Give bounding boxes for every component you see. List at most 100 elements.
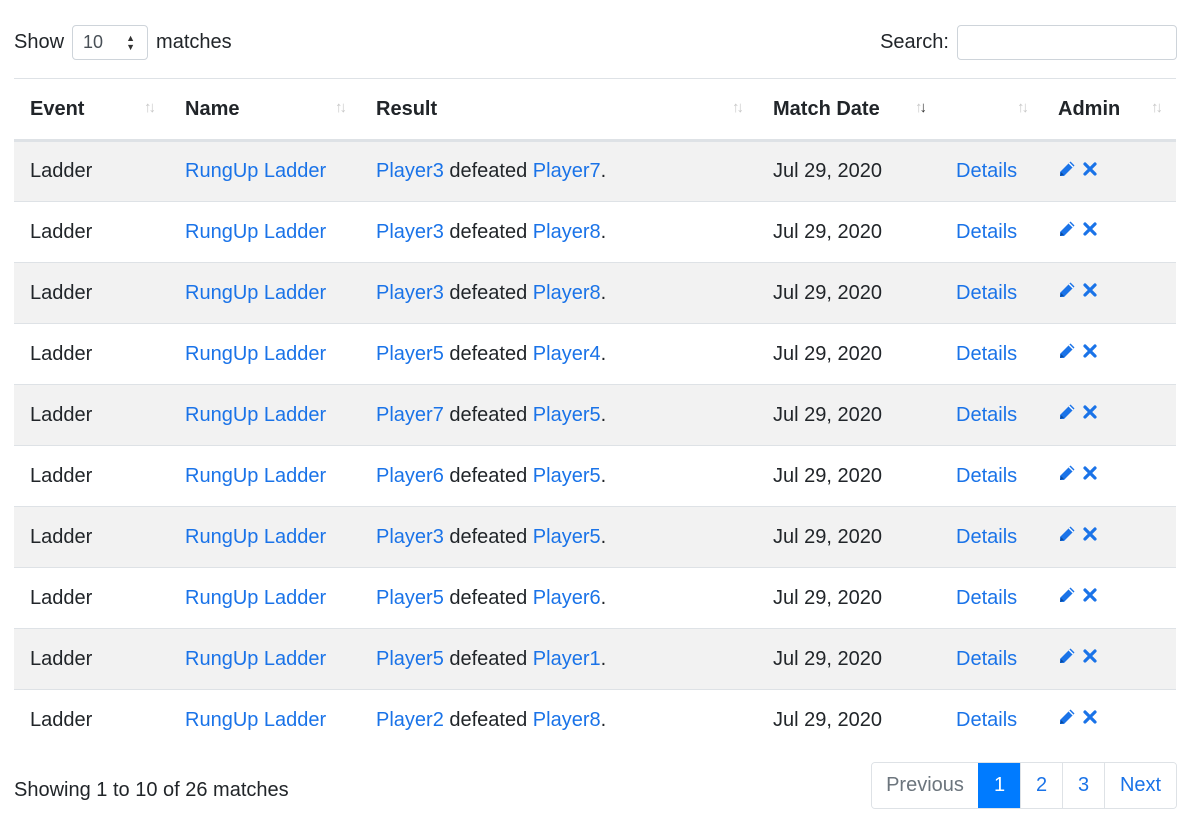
close-icon[interactable]: [1082, 161, 1098, 177]
details-cell: Details: [940, 384, 1042, 446]
event-name-link[interactable]: RungUp Ladder: [185, 587, 326, 609]
close-icon[interactable]: [1082, 709, 1098, 725]
sort-icon: ↑↓: [732, 99, 744, 116]
column-header-name[interactable]: Name ↑↓: [169, 78, 360, 142]
winner-link[interactable]: Player5: [376, 648, 444, 670]
loser-link[interactable]: Player8: [533, 282, 601, 304]
admin-actions: [1058, 403, 1098, 421]
table-row: Ladder RungUp Ladder Player6 defeated Play…: [14, 445, 1176, 507]
table-header-row: Event ↑↓ Name ↑↓ Result ↑↓ Match Date ↑↓ ↑↓ Admin…: [14, 78, 1176, 142]
event-name-link[interactable]: RungUp Ladder: [185, 404, 326, 426]
admin-cell: [1042, 140, 1176, 202]
details-link[interactable]: Details: [956, 709, 1017, 731]
column-header-match-date[interactable]: Match Date ↑↓: [757, 78, 940, 142]
close-icon[interactable]: [1082, 404, 1098, 420]
winner-link[interactable]: Player3: [376, 221, 444, 243]
page-button-1[interactable]: 1: [978, 763, 1020, 808]
pencil-icon[interactable]: [1058, 342, 1076, 360]
event-name-link[interactable]: RungUp Ladder: [185, 526, 326, 548]
table-row: Ladder RungUp Ladder Player5 defeated Play…: [14, 323, 1176, 385]
event-name-link[interactable]: RungUp Ladder: [185, 343, 326, 365]
page-button-3[interactable]: 3: [1062, 763, 1104, 808]
pencil-icon[interactable]: [1058, 525, 1076, 543]
details-link[interactable]: Details: [956, 343, 1017, 365]
loser-link[interactable]: Player5: [533, 404, 601, 426]
column-header-details[interactable]: ↑↓: [940, 78, 1042, 142]
winner-link[interactable]: Player5: [376, 587, 444, 609]
page-button-2[interactable]: 2: [1020, 763, 1062, 808]
details-link[interactable]: Details: [956, 221, 1017, 243]
loser-link[interactable]: Player4: [533, 343, 601, 365]
event-name-link[interactable]: RungUp Ladder: [185, 648, 326, 670]
search-input[interactable]: [957, 25, 1177, 60]
loser-link[interactable]: Player1: [533, 648, 601, 670]
admin-actions: [1058, 220, 1098, 238]
event-name-link[interactable]: RungUp Ladder: [185, 221, 326, 243]
result-verb: defeated: [449, 586, 528, 609]
column-header-label: Match Date: [773, 97, 880, 120]
close-icon[interactable]: [1082, 465, 1098, 481]
pencil-icon[interactable]: [1058, 220, 1076, 238]
page-size-value: 10: [83, 32, 104, 52]
winner-link[interactable]: Player3: [376, 160, 444, 182]
pencil-icon[interactable]: [1058, 708, 1076, 726]
loser-link[interactable]: Player7: [533, 160, 601, 182]
result-verb: defeated: [449, 220, 528, 243]
loser-link[interactable]: Player5: [533, 465, 601, 487]
winner-link[interactable]: Player7: [376, 404, 444, 426]
next-button[interactable]: Next: [1104, 763, 1176, 808]
admin-cell: [1042, 323, 1176, 385]
winner-link[interactable]: Player3: [376, 526, 444, 548]
previous-button[interactable]: Previous: [872, 763, 978, 808]
details-link[interactable]: Details: [956, 282, 1017, 304]
winner-link[interactable]: Player5: [376, 343, 444, 365]
details-cell: Details: [940, 445, 1042, 507]
pencil-icon[interactable]: [1058, 403, 1076, 421]
pencil-icon[interactable]: [1058, 647, 1076, 665]
close-icon[interactable]: [1082, 648, 1098, 664]
event-name-link[interactable]: RungUp Ladder: [185, 465, 326, 487]
details-cell: Details: [940, 262, 1042, 324]
close-icon[interactable]: [1082, 282, 1098, 298]
matches-label: matches: [156, 31, 232, 53]
loser-link[interactable]: Player5: [533, 526, 601, 548]
event-name-link[interactable]: RungUp Ladder: [185, 160, 326, 182]
close-icon[interactable]: [1082, 221, 1098, 237]
page-size-select[interactable]: 10 ▲ ▼: [72, 25, 149, 60]
close-icon[interactable]: [1082, 343, 1098, 359]
pencil-icon[interactable]: [1058, 160, 1076, 178]
column-header-event[interactable]: Event ↑↓: [14, 78, 169, 142]
result-cell: Player3 defeated Player8.: [360, 201, 757, 263]
details-link[interactable]: Details: [956, 160, 1017, 182]
date-cell: Jul 29, 2020: [757, 201, 940, 263]
column-header-admin[interactable]: Admin ↑↓: [1042, 78, 1176, 142]
close-icon[interactable]: [1082, 587, 1098, 603]
event-name-link[interactable]: RungUp Ladder: [185, 282, 326, 304]
table-row: Ladder RungUp Ladder Player3 defeated Play…: [14, 201, 1176, 263]
event-cell: Ladder: [14, 323, 169, 385]
event-name-link[interactable]: RungUp Ladder: [185, 709, 326, 731]
winner-link[interactable]: Player2: [376, 709, 444, 731]
admin-cell: [1042, 201, 1176, 263]
details-link[interactable]: Details: [956, 404, 1017, 426]
loser-link[interactable]: Player8: [533, 709, 601, 731]
pencil-icon[interactable]: [1058, 281, 1076, 299]
details-link[interactable]: Details: [956, 648, 1017, 670]
details-link[interactable]: Details: [956, 465, 1017, 487]
winner-link[interactable]: Player6: [376, 465, 444, 487]
details-link[interactable]: Details: [956, 587, 1017, 609]
close-icon[interactable]: [1082, 526, 1098, 542]
details-cell: Details: [940, 628, 1042, 690]
loser-link[interactable]: Player6: [533, 587, 601, 609]
result-verb: defeated: [449, 464, 528, 487]
date-cell: Jul 29, 2020: [757, 140, 940, 202]
table-row: Ladder RungUp Ladder Player3 defeated Play…: [14, 506, 1176, 568]
details-link[interactable]: Details: [956, 526, 1017, 548]
admin-cell: [1042, 262, 1176, 324]
pencil-icon[interactable]: [1058, 586, 1076, 604]
loser-link[interactable]: Player8: [533, 221, 601, 243]
details-cell: Details: [940, 201, 1042, 263]
column-header-result[interactable]: Result ↑↓: [360, 78, 757, 142]
pencil-icon[interactable]: [1058, 464, 1076, 482]
winner-link[interactable]: Player3: [376, 282, 444, 304]
